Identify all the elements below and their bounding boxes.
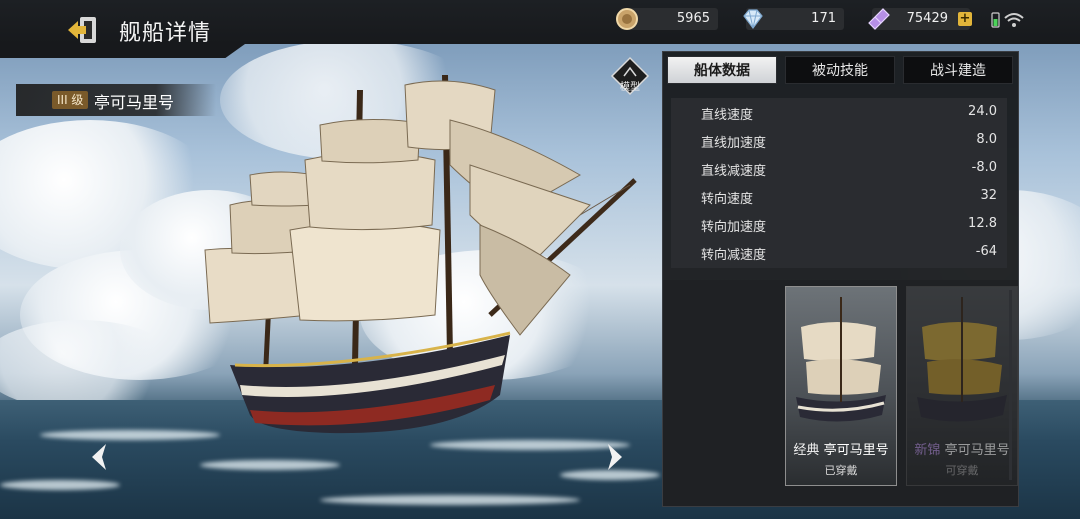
ship-illustration bbox=[204, 74, 637, 434]
skin-state: 已穿戴 bbox=[824, 464, 858, 477]
ticket-value: 75429 bbox=[906, 11, 948, 26]
stat-label: 转向加速度 bbox=[701, 220, 767, 235]
stat-label: 直线加速度 bbox=[701, 136, 767, 151]
skin-list: 经典 亭可马里号 已穿戴 新锦 亭可马里号 可穿戴 bbox=[663, 280, 1018, 506]
silver-coin-value: 5965 bbox=[676, 11, 710, 26]
page-title: 舰船详情 bbox=[119, 21, 212, 46]
ticket-counter: 75429 + bbox=[868, 8, 972, 30]
skin-tag: 经典 bbox=[793, 443, 820, 458]
stat-row: 直线减速度 -8.0 bbox=[671, 154, 1007, 182]
stat-value: -8.0 bbox=[971, 160, 997, 175]
skin-list-scrollbar[interactable] bbox=[1009, 290, 1012, 480]
stat-value: 12.8 bbox=[968, 216, 997, 231]
skin-name: 亭可马里号 bbox=[823, 443, 889, 458]
skin-state: 可穿戴 bbox=[945, 464, 979, 477]
skin-name: 亭可马里号 bbox=[944, 443, 1010, 458]
stat-value: 32 bbox=[980, 188, 997, 203]
skin-title: 经典 亭可马里号 bbox=[786, 439, 896, 458]
model-label: 模型 bbox=[620, 82, 640, 93]
stat-label: 直线速度 bbox=[701, 108, 754, 123]
skin-title: 新锦 亭可马里号 bbox=[907, 439, 1017, 458]
stat-row: 转向减速度 -64 bbox=[671, 238, 1007, 266]
rank-badge: III 级 bbox=[52, 91, 89, 109]
prev-ship-arrow[interactable] bbox=[88, 442, 110, 472]
silver-coin-counter: 5965 bbox=[616, 8, 718, 30]
stat-value: 24.0 bbox=[968, 104, 997, 119]
diamond-counter: 171 bbox=[743, 8, 844, 30]
diamond-icon bbox=[743, 9, 763, 29]
chevron-right-icon bbox=[608, 444, 622, 470]
tab-hull-data[interactable]: 船体数据 bbox=[667, 56, 777, 84]
skin-tag: 新锦 bbox=[914, 443, 941, 458]
next-ship-arrow[interactable] bbox=[604, 442, 626, 472]
add-ticket-button[interactable]: + bbox=[958, 12, 972, 26]
status-indicators bbox=[991, 12, 1024, 28]
chevron-left-icon bbox=[92, 444, 106, 470]
battery-icon bbox=[991, 12, 1000, 28]
ship-name: 亭可马里号 bbox=[94, 93, 175, 112]
ticket-icon bbox=[868, 8, 890, 30]
ship-name-plate: III 级 亭可马里号 bbox=[16, 84, 216, 116]
model-view-button[interactable]: 模型 bbox=[610, 56, 650, 96]
hull-stats-table: 直线速度 24.0 直线加速度 8.0 直线减速度 -8.0 转向速度 32 转… bbox=[671, 98, 1007, 268]
stat-row: 转向加速度 12.8 bbox=[671, 210, 1007, 238]
skin-card-classic[interactable]: 经典 亭可马里号 已穿戴 bbox=[785, 286, 897, 486]
stat-row: 直线加速度 8.0 bbox=[671, 126, 1007, 154]
tab-combat-build[interactable]: 战斗建造 bbox=[903, 56, 1013, 84]
ship-detail-panel: 船体数据 被动技能 战斗建造 直线速度 24.0 直线加速度 8.0 直线减速度… bbox=[662, 51, 1019, 507]
back-arrow-icon bbox=[68, 17, 96, 43]
skin-ship-thumbnail bbox=[796, 297, 886, 422]
stat-value: -64 bbox=[975, 244, 997, 259]
tab-passive-skills[interactable]: 被动技能 bbox=[785, 56, 895, 84]
silver-coin-icon bbox=[616, 8, 638, 30]
back-button[interactable] bbox=[66, 14, 102, 46]
stat-row: 直线速度 24.0 bbox=[671, 98, 1007, 126]
diamond-value: 171 bbox=[811, 11, 836, 26]
skin-card-new[interactable]: 新锦 亭可马里号 可穿戴 bbox=[906, 286, 1018, 486]
stat-label: 直线减速度 bbox=[701, 164, 767, 179]
stat-label: 转向减速度 bbox=[701, 248, 767, 263]
wifi-icon bbox=[1004, 13, 1024, 27]
stat-row: 转向速度 32 bbox=[671, 182, 1007, 210]
stat-label: 转向速度 bbox=[701, 192, 754, 207]
tab-bar: 船体数据 被动技能 战斗建造 bbox=[667, 56, 1014, 84]
stat-value: 8.0 bbox=[976, 132, 997, 147]
skin-ship-thumbnail bbox=[917, 297, 1007, 422]
